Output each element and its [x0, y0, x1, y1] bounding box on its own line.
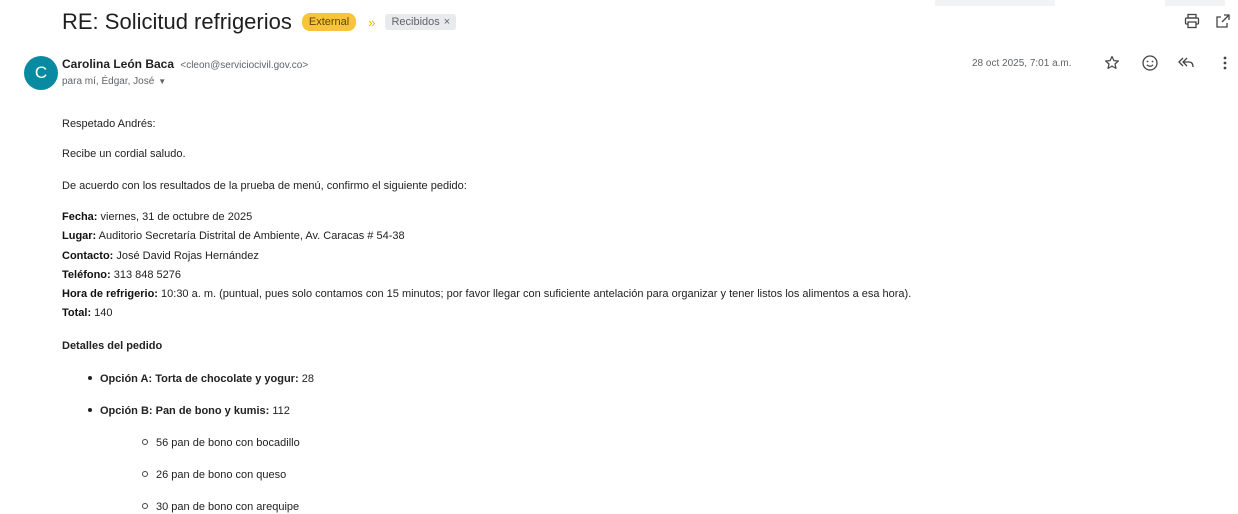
field-label: Fecha:: [62, 211, 98, 223]
list-item: 56 pan de bono con bocadillo: [142, 437, 300, 449]
email-date: 28 oct 2025, 7:01 a.m.: [972, 58, 1072, 69]
reply-all-icon[interactable]: [1176, 53, 1196, 73]
sub-bullet-icon: [142, 503, 148, 510]
field-value: viernes, 31 de octubre de 2025: [97, 211, 253, 223]
field-value: 140: [91, 307, 113, 319]
star-icon[interactable]: [1102, 53, 1122, 73]
field-contacto: Contacto: José David Rojas Hernández: [62, 250, 259, 262]
sub-item-text: 26 pan de bono con queso: [156, 469, 287, 481]
open-in-new-window-icon[interactable]: [1214, 12, 1232, 30]
sender-email: <cleon@serviciocivil.gov.co>: [180, 60, 309, 71]
important-marker-icon[interactable]: »: [368, 15, 375, 30]
bullet-icon: [88, 408, 92, 413]
recipients-toggle[interactable]: para mí, Édgar, José ▼: [62, 76, 166, 87]
toolbar-remnant: [935, 0, 1055, 6]
list-item: Opción A: Torta de chocolate y yogur: 28: [88, 373, 314, 385]
sub-bullet-icon: [142, 439, 148, 446]
remove-label-icon[interactable]: ×: [444, 16, 450, 28]
option-label: Opción A: Torta de chocolate y yogur:: [100, 373, 299, 385]
label-chip[interactable]: Recibidos ×: [385, 14, 457, 30]
chevron-down-icon[interactable]: ▼: [158, 77, 166, 86]
emoji-icon[interactable]: [1140, 53, 1160, 73]
subject-row: RE: Solicitud refrigerios External » Rec…: [62, 8, 457, 36]
list-item: 26 pan de bono con queso: [142, 469, 286, 481]
list-item: 30 pan de bono con arequipe: [142, 501, 299, 513]
details-title: Detalles del pedido: [62, 340, 163, 352]
option-value: 28: [298, 373, 314, 385]
salutation: Recibe un cordial saludo.: [62, 148, 186, 160]
field-value: José David Rojas Hernández: [113, 250, 259, 262]
field-label: Teléfono:: [62, 269, 111, 281]
print-icon[interactable]: [1183, 12, 1201, 30]
field-total: Total: 140: [62, 307, 113, 319]
avatar[interactable]: C: [24, 56, 58, 90]
email-subject: RE: Solicitud refrigerios: [62, 9, 292, 34]
option-label: Opción B: Pan de bono y kumis:: [100, 405, 270, 417]
bullet-icon: [88, 376, 92, 381]
field-fecha: Fecha: viernes, 31 de octubre de 2025: [62, 211, 252, 223]
field-label: Contacto:: [62, 250, 114, 262]
more-vertical-icon[interactable]: [1215, 53, 1235, 73]
field-lugar: Lugar: Auditorio Secretaría Distrital de…: [62, 230, 405, 242]
toolbar-remnant: [1165, 0, 1225, 6]
field-telefono: Teléfono: 313 848 5276: [62, 269, 181, 281]
intro-paragraph: De acuerdo con los resultados de la prue…: [62, 180, 467, 192]
sender-line: Carolina León Baca <cleon@serviciocivil.…: [62, 57, 308, 71]
sub-item-text: 30 pan de bono con arequipe: [156, 501, 300, 513]
list-item: Opción B: Pan de bono y kumis: 112: [88, 405, 290, 417]
sender-name[interactable]: Carolina León Baca: [62, 57, 174, 71]
sub-bullet-icon: [142, 471, 148, 478]
field-label: Hora de refrigerio:: [62, 288, 158, 300]
field-value: 10:30 a. m. (puntual, pues solo contamos…: [157, 288, 912, 300]
recipients-text: para mí, Édgar, José: [62, 76, 155, 87]
sub-item-text: 56 pan de bono con bocadillo: [156, 437, 300, 449]
field-value: 313 848 5276: [110, 269, 182, 281]
option-value: 112: [269, 405, 290, 417]
field-value: Auditorio Secretaría Distrital de Ambien…: [96, 230, 405, 242]
field-label: Total:: [62, 307, 92, 319]
external-badge: External: [301, 13, 357, 31]
field-hora: Hora de refrigerio: 10:30 a. m. (puntual…: [62, 288, 911, 300]
label-chip-text: Recibidos: [391, 16, 440, 28]
greeting: Respetado Andrés:: [62, 118, 156, 130]
field-label: Lugar:: [62, 230, 97, 242]
